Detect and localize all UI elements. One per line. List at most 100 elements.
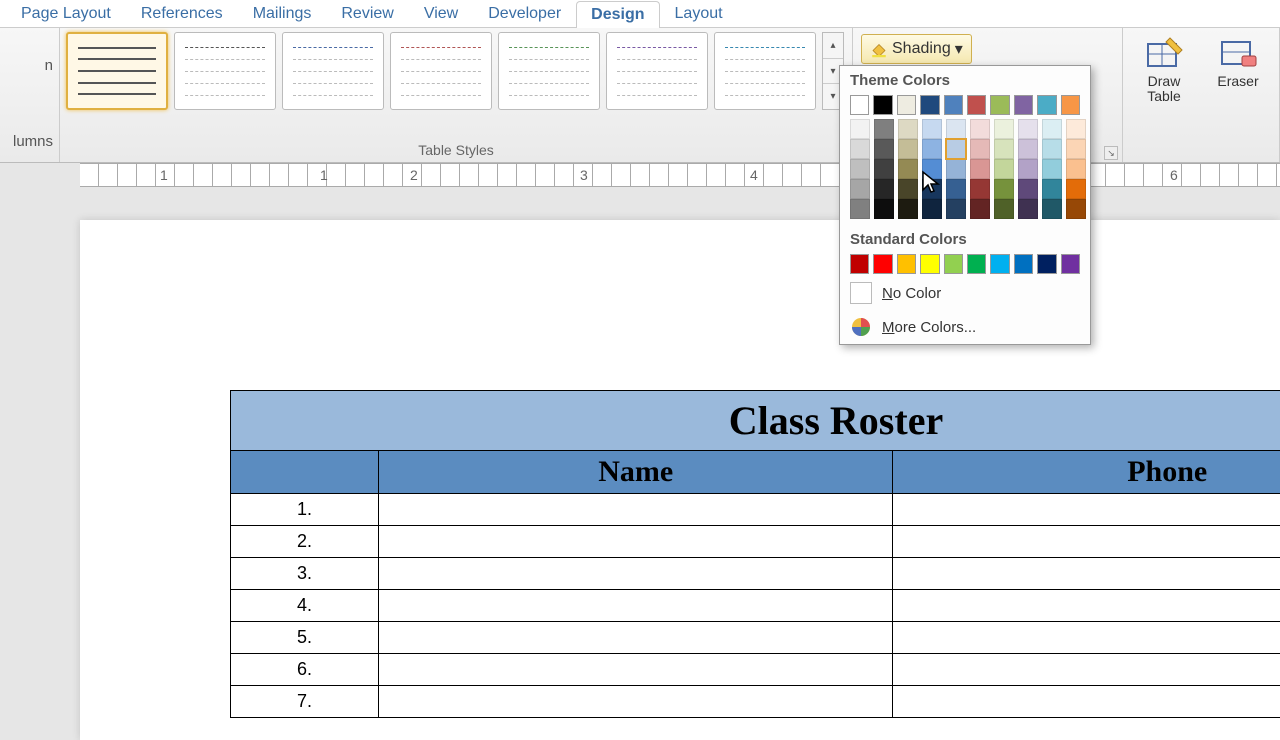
name-cell[interactable] bbox=[379, 494, 893, 526]
eraser-button[interactable]: Eraser bbox=[1203, 34, 1273, 89]
table-style-thumb[interactable] bbox=[606, 32, 708, 110]
name-cell[interactable] bbox=[379, 590, 893, 622]
color-swatch[interactable] bbox=[1018, 179, 1038, 199]
color-swatch[interactable] bbox=[990, 254, 1009, 274]
shading-button[interactable]: Shading ▾ bbox=[861, 34, 972, 64]
row-number-cell[interactable]: 2. bbox=[231, 526, 379, 558]
dialog-launcher[interactable]: ↘ bbox=[1104, 146, 1118, 160]
color-swatch[interactable] bbox=[922, 119, 942, 139]
color-swatch[interactable] bbox=[990, 95, 1009, 115]
color-swatch[interactable] bbox=[946, 199, 966, 219]
gallery-scroll-button[interactable]: ▴ bbox=[823, 33, 843, 59]
phone-cell[interactable] bbox=[893, 590, 1280, 622]
table-style-thumb[interactable] bbox=[714, 32, 816, 110]
color-swatch[interactable] bbox=[898, 179, 918, 199]
color-swatch[interactable] bbox=[850, 179, 870, 199]
color-swatch[interactable] bbox=[946, 179, 966, 199]
color-swatch[interactable] bbox=[850, 254, 869, 274]
color-swatch[interactable] bbox=[994, 139, 1014, 159]
color-swatch[interactable] bbox=[874, 179, 894, 199]
draw-table-button[interactable]: Draw Table bbox=[1129, 34, 1199, 105]
table-header-cell[interactable]: Name bbox=[379, 451, 893, 494]
row-number-cell[interactable]: 4. bbox=[231, 590, 379, 622]
tab-references[interactable]: References bbox=[126, 0, 238, 27]
table-header-cell[interactable]: Phone bbox=[893, 451, 1280, 494]
color-swatch[interactable] bbox=[1066, 179, 1086, 199]
color-swatch[interactable] bbox=[922, 199, 942, 219]
color-swatch[interactable] bbox=[970, 179, 990, 199]
name-cell[interactable] bbox=[379, 558, 893, 590]
color-swatch[interactable] bbox=[898, 159, 918, 179]
color-swatch[interactable] bbox=[946, 139, 966, 159]
color-swatch[interactable] bbox=[1066, 159, 1086, 179]
color-swatch[interactable] bbox=[898, 139, 918, 159]
tab-developer[interactable]: Developer bbox=[473, 0, 576, 27]
tab-layout[interactable]: Layout bbox=[660, 0, 738, 27]
table-style-thumb[interactable] bbox=[174, 32, 276, 110]
color-swatch[interactable] bbox=[970, 139, 990, 159]
color-swatch[interactable] bbox=[898, 119, 918, 139]
table-style-thumb[interactable] bbox=[66, 32, 168, 110]
color-swatch[interactable] bbox=[874, 139, 894, 159]
color-swatch[interactable] bbox=[1037, 254, 1056, 274]
color-swatch[interactable] bbox=[898, 199, 918, 219]
tab-design[interactable]: Design bbox=[576, 1, 659, 28]
color-swatch[interactable] bbox=[920, 254, 939, 274]
color-swatch[interactable] bbox=[944, 254, 963, 274]
color-swatch[interactable] bbox=[946, 119, 966, 139]
color-swatch[interactable] bbox=[946, 159, 966, 179]
name-cell[interactable] bbox=[379, 526, 893, 558]
name-cell[interactable] bbox=[379, 686, 893, 718]
color-swatch[interactable] bbox=[1014, 254, 1033, 274]
color-swatch[interactable] bbox=[967, 95, 986, 115]
color-swatch[interactable] bbox=[1066, 199, 1086, 219]
name-cell[interactable] bbox=[379, 654, 893, 686]
color-swatch[interactable] bbox=[1042, 119, 1062, 139]
color-swatch[interactable] bbox=[1018, 199, 1038, 219]
table-header-cell[interactable] bbox=[231, 451, 379, 494]
phone-cell[interactable] bbox=[893, 526, 1280, 558]
tab-review[interactable]: Review bbox=[326, 0, 408, 27]
color-swatch[interactable] bbox=[897, 254, 916, 274]
color-swatch[interactable] bbox=[944, 95, 963, 115]
color-swatch[interactable] bbox=[1061, 95, 1080, 115]
more-colors-option[interactable]: More Colors... bbox=[840, 310, 1090, 344]
color-swatch[interactable] bbox=[850, 119, 870, 139]
color-swatch[interactable] bbox=[850, 199, 870, 219]
row-number-cell[interactable]: 7. bbox=[231, 686, 379, 718]
color-swatch[interactable] bbox=[874, 199, 894, 219]
table-title-cell[interactable]: Class Roster bbox=[231, 391, 1280, 451]
color-swatch[interactable] bbox=[970, 199, 990, 219]
color-swatch[interactable] bbox=[874, 119, 894, 139]
color-swatch[interactable] bbox=[922, 179, 942, 199]
color-swatch[interactable] bbox=[922, 159, 942, 179]
phone-cell[interactable] bbox=[893, 558, 1280, 590]
horizontal-ruler[interactable]: 1123456 bbox=[80, 163, 1280, 187]
color-swatch[interactable] bbox=[994, 159, 1014, 179]
document-page[interactable]: Class Roster NamePhone 1.2.3.4.5.6.7. bbox=[80, 220, 1280, 740]
table-style-thumb[interactable] bbox=[282, 32, 384, 110]
color-swatch[interactable] bbox=[994, 179, 1014, 199]
phone-cell[interactable] bbox=[893, 654, 1280, 686]
row-number-cell[interactable]: 3. bbox=[231, 558, 379, 590]
color-swatch[interactable] bbox=[1014, 95, 1033, 115]
tab-page-layout[interactable]: Page Layout bbox=[6, 0, 126, 27]
color-swatch[interactable] bbox=[1037, 95, 1056, 115]
row-number-cell[interactable]: 1. bbox=[231, 494, 379, 526]
color-swatch[interactable] bbox=[1061, 254, 1080, 274]
color-swatch[interactable] bbox=[970, 119, 990, 139]
row-number-cell[interactable]: 6. bbox=[231, 654, 379, 686]
row-number-cell[interactable]: 5. bbox=[231, 622, 379, 654]
color-swatch[interactable] bbox=[897, 95, 916, 115]
color-swatch[interactable] bbox=[1042, 159, 1062, 179]
phone-cell[interactable] bbox=[893, 622, 1280, 654]
color-swatch[interactable] bbox=[1066, 139, 1086, 159]
color-swatch[interactable] bbox=[920, 95, 939, 115]
color-swatch[interactable] bbox=[873, 254, 892, 274]
table-style-thumb[interactable] bbox=[498, 32, 600, 110]
color-swatch[interactable] bbox=[1018, 159, 1038, 179]
color-swatch[interactable] bbox=[1042, 199, 1062, 219]
color-swatch[interactable] bbox=[994, 199, 1014, 219]
phone-cell[interactable] bbox=[893, 494, 1280, 526]
color-swatch[interactable] bbox=[1018, 139, 1038, 159]
